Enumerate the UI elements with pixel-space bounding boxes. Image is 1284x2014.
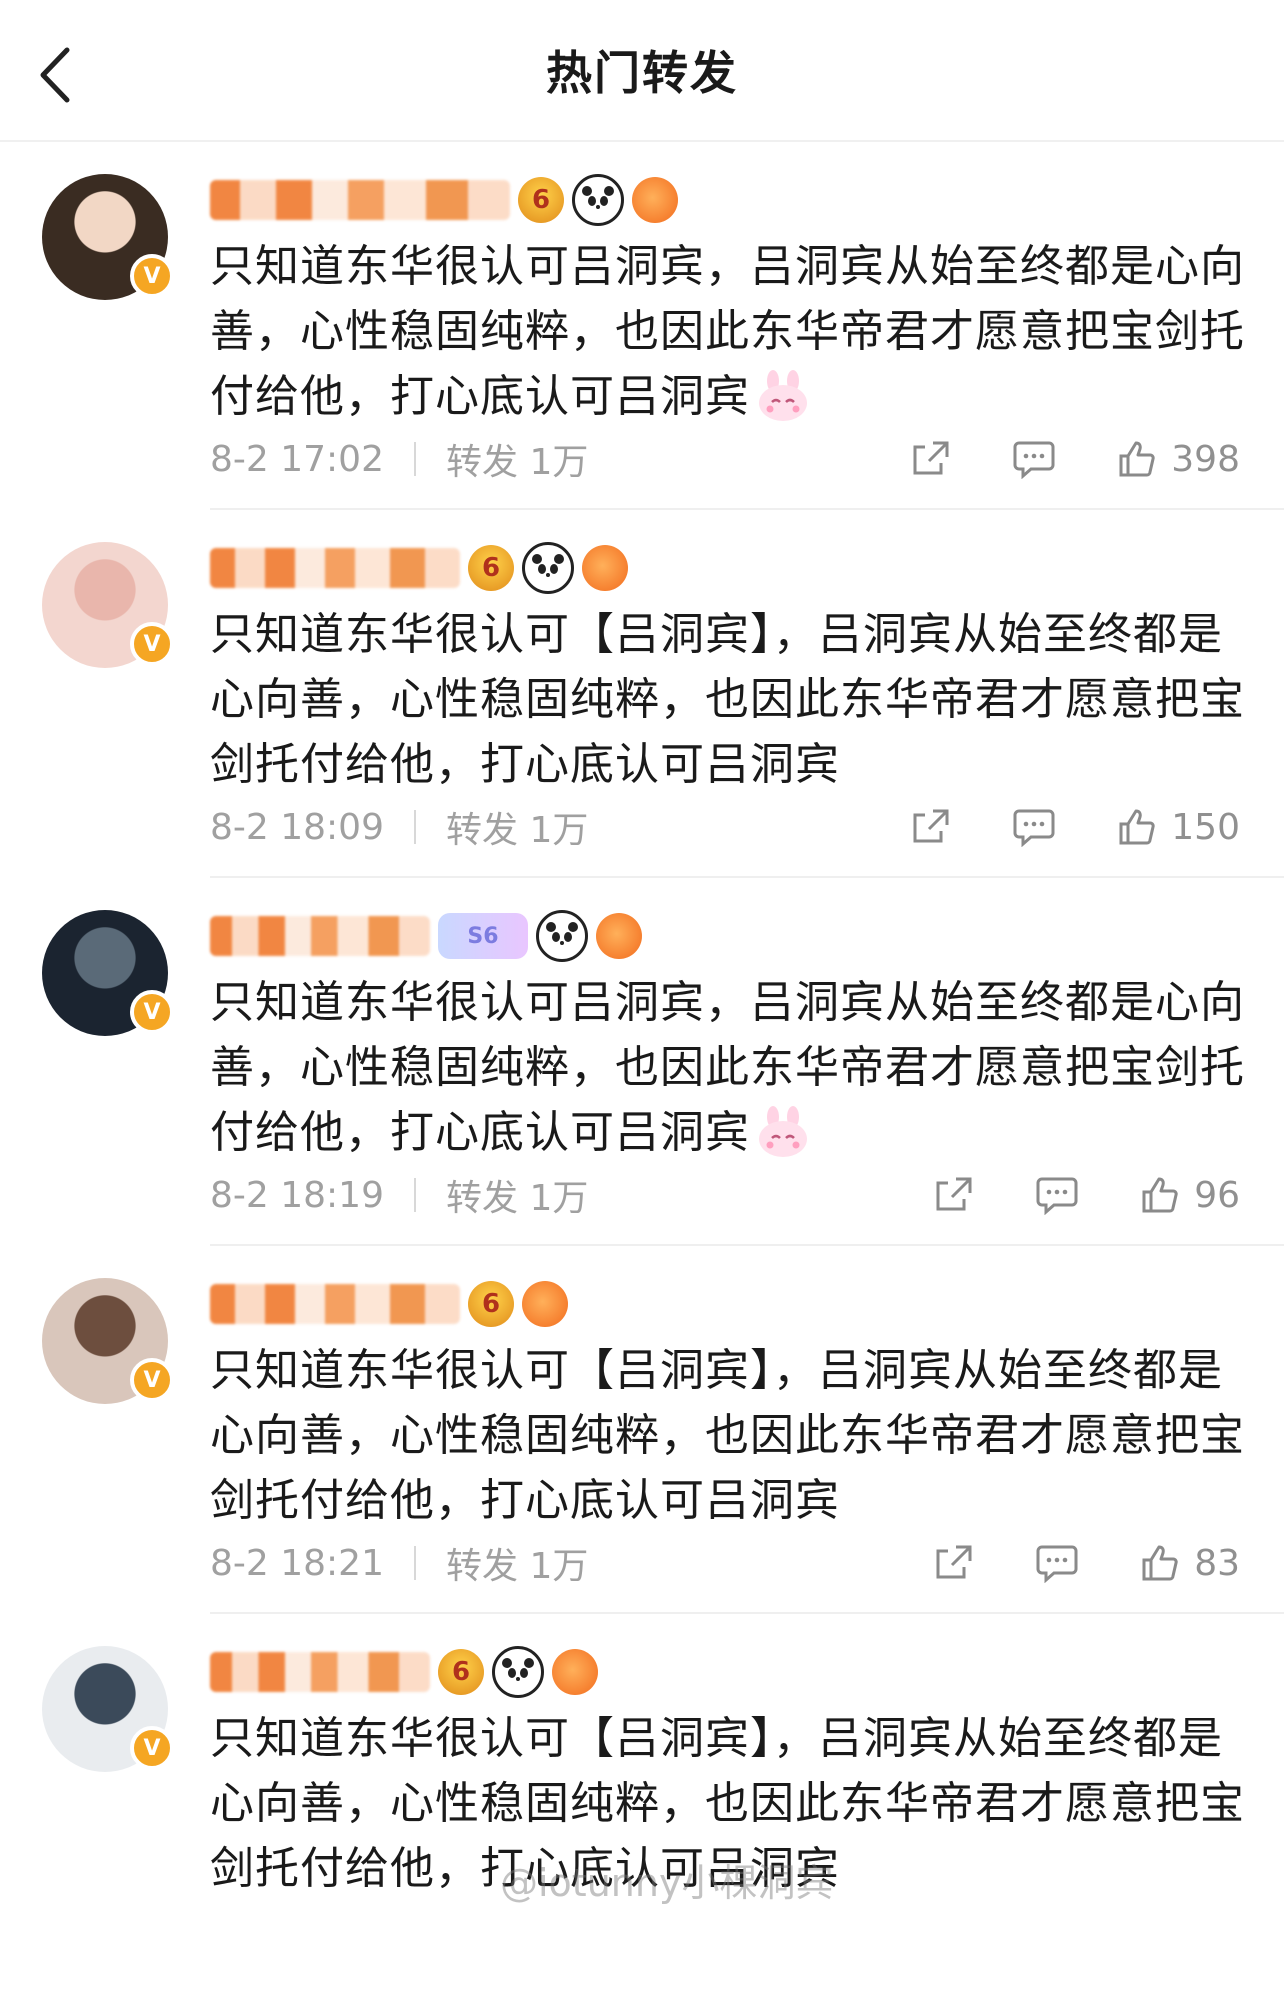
- thumbs-up-icon: [1142, 1177, 1178, 1213]
- comment-icon: [1036, 1177, 1078, 1215]
- fish-badge-icon: [632, 177, 678, 223]
- like-button[interactable]: 83: [1140, 1543, 1240, 1584]
- watermark: @iotunny小棵洞宾: [500, 1861, 834, 1905]
- post-time: 8-2 18:21: [210, 1542, 384, 1584]
- meta-row: 8-2 18:21 转发 1万 83: [210, 1538, 1240, 1588]
- action-bar: 96: [934, 1175, 1240, 1216]
- like-button[interactable]: 96: [1140, 1175, 1240, 1216]
- share-icon: [913, 809, 949, 843]
- repost-item[interactable]: V S6 只知道东华很认可吕洞宾，吕洞宾从始至终都是心向善，心性稳固纯粹，也因此…: [0, 878, 1284, 1246]
- comment-button[interactable]: [1036, 1175, 1078, 1215]
- verified-badge-icon: V: [130, 1358, 174, 1402]
- fish-badge-icon: [596, 913, 642, 959]
- meta-divider: [414, 1178, 416, 1212]
- thumbs-up-icon: [1119, 809, 1155, 845]
- username-row[interactable]: 6: [210, 1278, 568, 1330]
- repost-text: 只知道东华很认可吕洞宾，吕洞宾从始至终都是心向善，心性稳固纯粹，也因此东华帝君才…: [210, 970, 1250, 1165]
- panda-badge-icon: [536, 910, 588, 962]
- repost-item[interactable]: V 6 只知道东华很认可【吕洞宾】，吕洞宾从始至终都是心向善，心性稳固纯粹，也因…: [0, 1246, 1284, 1614]
- like-count: 83: [1194, 1542, 1240, 1584]
- comment-icon: [1013, 809, 1055, 847]
- share-button[interactable]: [934, 1543, 974, 1583]
- meta-divider: [414, 810, 416, 844]
- comment-button[interactable]: [1036, 1543, 1078, 1583]
- username-blurred[interactable]: [210, 1652, 430, 1692]
- repost-item[interactable]: V 6 只知道东华很认可【吕洞宾】，吕洞宾从始至终都是心向善，心性稳固纯粹，也因…: [0, 510, 1284, 878]
- action-bar: 83: [934, 1543, 1240, 1584]
- panda-badge-icon: [492, 1646, 544, 1698]
- meta-divider: [414, 442, 416, 476]
- share-icon: [913, 441, 949, 475]
- panda-badge-icon: [522, 542, 574, 594]
- post-time: 8-2 18:09: [210, 806, 384, 848]
- share-button[interactable]: [911, 807, 951, 847]
- meta-row: 8-2 18:19 转发 1万 96: [210, 1170, 1240, 1220]
- panda-badge-icon: [572, 174, 624, 226]
- username-blurred[interactable]: [210, 180, 510, 220]
- comment-icon: [1013, 441, 1055, 479]
- repost-text-content: 只知道东华很认可吕洞宾，吕洞宾从始至终都是心向善，心性稳固纯粹，也因此东华帝君才…: [210, 977, 1245, 1158]
- level-badge-icon: S6: [438, 913, 528, 959]
- crown-badge-icon: 6: [518, 177, 564, 223]
- share-button[interactable]: [911, 439, 951, 479]
- chevron-left-icon: [40, 47, 70, 103]
- username-blurred[interactable]: [210, 548, 460, 588]
- repost-list: V 6 只知道东华很认可吕洞宾，吕洞宾从始至终都是心向善，心性稳固纯粹，也因此东…: [0, 142, 1284, 2014]
- top-bar: 热门转发: [0, 0, 1284, 142]
- thumbs-up-icon: [1142, 1545, 1178, 1581]
- action-bar: 398: [911, 439, 1240, 480]
- bunny-emoji-icon: [759, 1106, 807, 1157]
- username-blurred[interactable]: [210, 1284, 460, 1324]
- share-icon: [936, 1177, 972, 1211]
- back-button[interactable]: [30, 45, 80, 105]
- fish-badge-icon: [552, 1649, 598, 1695]
- fish-badge-icon: [582, 545, 628, 591]
- username-row[interactable]: 6: [210, 542, 628, 594]
- like-button[interactable]: 150: [1117, 807, 1240, 848]
- crown-badge-icon: 6: [468, 1281, 514, 1327]
- username-row[interactable]: S6: [210, 910, 642, 962]
- repost-text: 只知道东华很认可【吕洞宾】，吕洞宾从始至终都是心向善，心性稳固纯粹，也因此东华帝…: [210, 602, 1250, 797]
- crown-badge-icon: 6: [438, 1649, 484, 1695]
- repost-item[interactable]: V 6 只知道东华很认可吕洞宾，吕洞宾从始至终都是心向善，心性稳固纯粹，也因此东…: [0, 142, 1284, 510]
- action-bar: 150: [911, 807, 1240, 848]
- bunny-emoji-icon: [759, 370, 807, 421]
- like-count: 398: [1171, 438, 1240, 480]
- verified-badge-icon: V: [130, 990, 174, 1034]
- comment-icon: [1036, 1545, 1078, 1583]
- like-button[interactable]: 398: [1117, 439, 1240, 480]
- crown-badge-icon: 6: [468, 545, 514, 591]
- meta-row: 8-2 18:09 转发 1万 150: [210, 802, 1240, 852]
- repost-item[interactable]: V 6 只知道东华很认可【吕洞宾】，吕洞宾从始至终都是心向善，心性稳固纯粹，也因…: [0, 1614, 1284, 2014]
- comment-button[interactable]: [1013, 439, 1055, 479]
- like-count: 96: [1194, 1174, 1240, 1216]
- verified-badge-icon: V: [130, 254, 174, 298]
- username-row[interactable]: 6: [210, 1646, 598, 1698]
- repost-text-content: 只知道东华很认可【吕洞宾】，吕洞宾从始至终都是心向善，心性稳固纯粹，也因此东华帝…: [210, 609, 1245, 790]
- repost-count[interactable]: 转发 1万: [446, 1169, 588, 1221]
- repost-count[interactable]: 转发 1万: [446, 1537, 588, 1589]
- repost-text: 只知道东华很认可【吕洞宾】，吕洞宾从始至终都是心向善，心性稳固纯粹，也因此东华帝…: [210, 1338, 1250, 1533]
- verified-badge-icon: V: [130, 622, 174, 666]
- repost-count[interactable]: 转发 1万: [446, 433, 588, 485]
- meta-divider: [414, 1546, 416, 1580]
- like-count: 150: [1171, 806, 1240, 848]
- fish-badge-icon: [522, 1281, 568, 1327]
- username-blurred[interactable]: [210, 916, 430, 956]
- repost-text-content: 只知道东华很认可吕洞宾，吕洞宾从始至终都是心向善，心性稳固纯粹，也因此东华帝君才…: [210, 241, 1245, 422]
- repost-text-content: 只知道东华很认可【吕洞宾】，吕洞宾从始至终都是心向善，心性稳固纯粹，也因此东华帝…: [210, 1345, 1245, 1526]
- comment-button[interactable]: [1013, 807, 1055, 847]
- meta-row: 8-2 17:02 转发 1万 398: [210, 434, 1240, 484]
- share-icon: [936, 1545, 972, 1579]
- thumbs-up-icon: [1119, 441, 1155, 477]
- post-time: 8-2 18:19: [210, 1174, 384, 1216]
- verified-badge-icon: V: [130, 1726, 174, 1770]
- repost-count[interactable]: 转发 1万: [446, 801, 588, 853]
- share-button[interactable]: [934, 1175, 974, 1215]
- repost-text: 只知道东华很认可吕洞宾，吕洞宾从始至终都是心向善，心性稳固纯粹，也因此东华帝君才…: [210, 234, 1250, 429]
- post-time: 8-2 17:02: [210, 438, 384, 480]
- username-row[interactable]: 6: [210, 174, 678, 226]
- page-title: 热门转发: [546, 46, 738, 100]
